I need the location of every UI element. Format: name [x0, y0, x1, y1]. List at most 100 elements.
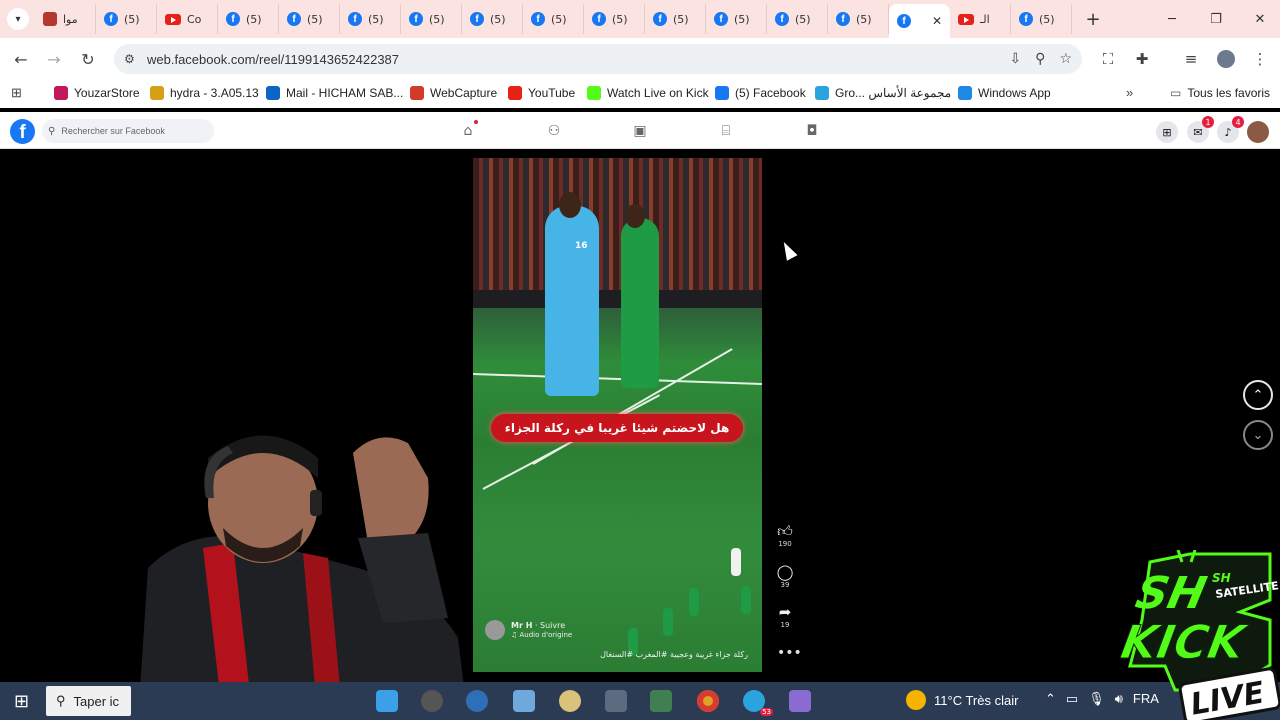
moon-weather-icon — [906, 690, 926, 710]
browser-menu-icon[interactable]: ⋮ — [1247, 46, 1273, 72]
app-icon[interactable] — [513, 690, 535, 712]
install-icon[interactable]: ⇩ — [1009, 51, 1021, 67]
bookmark-item[interactable]: Gro... مجموعة الأساس — [815, 86, 951, 100]
comment-action[interactable]: ◯ 39 — [776, 564, 794, 590]
more-bookmarks-icon[interactable]: » — [1126, 85, 1133, 100]
tab[interactable]: f (5) — [767, 4, 828, 34]
address-bar[interactable]: ⚙ web.facebook.com/reel/1199143652422387… — [114, 44, 1082, 74]
comment-icon[interactable]: ◯ — [777, 564, 794, 581]
tab-search-button[interactable]: ▾ — [7, 8, 29, 30]
taskbar-search[interactable]: ⚲ Taper ic — [46, 686, 131, 716]
tab[interactable]: f (5) — [96, 4, 157, 34]
tab[interactable]: f (5) — [401, 4, 462, 34]
bookmark-item[interactable]: Mail - HICHAM SAB... — [266, 86, 403, 100]
tab[interactable]: f (5) — [523, 4, 584, 34]
tray-chevron-icon[interactable]: ⌃ — [1045, 691, 1056, 707]
tab[interactable]: f (5) — [828, 4, 889, 34]
tab[interactable]: موا — [35, 4, 96, 34]
author-avatar[interactable] — [485, 620, 505, 640]
next-reel-button[interactable]: ⌄ — [1243, 420, 1273, 450]
close-window-button[interactable]: ✕ — [1238, 0, 1280, 38]
tab[interactable]: f (5) — [279, 4, 340, 34]
bookmark-item[interactable]: hydra - 3.A05.13 — [150, 86, 259, 100]
app-icon[interactable] — [789, 690, 811, 712]
facebook-logo-icon[interactable]: f — [10, 119, 35, 144]
url-text: web.facebook.com/reel/1199143652422387 — [147, 51, 400, 67]
close-tab-icon[interactable]: ✕ — [932, 14, 942, 28]
tab-title: (5) — [856, 12, 872, 26]
facebook-icon: f — [714, 12, 728, 26]
facebook-header: f ⚲ Rechercher sur Facebook ⌂ ⚇ ▣ ⌸ ◘ ⊞ … — [0, 112, 1280, 149]
apps-grid-icon[interactable]: ⊞ — [11, 85, 22, 101]
tab[interactable]: f (5) — [340, 4, 401, 34]
home-icon[interactable]: ⌂ — [458, 120, 478, 141]
tab[interactable]: f (5) — [706, 4, 767, 34]
account-avatar[interactable] — [1247, 121, 1269, 143]
telegram-app-icon[interactable]: 53 — [743, 690, 773, 716]
bookmark-item[interactable]: YouzarStore — [54, 86, 140, 100]
app-icon[interactable] — [466, 690, 488, 712]
media-control-icon[interactable]: ≡ — [1178, 46, 1204, 72]
facebook-search-input[interactable]: ⚲ Rechercher sur Facebook — [42, 119, 214, 143]
extensions-icon[interactable]: ✚ — [1129, 46, 1155, 72]
bookmark-item[interactable]: WebCapture — [410, 86, 497, 100]
forward-button[interactable]: → — [37, 42, 71, 76]
reel-video[interactable]: 16 هل لاحضتم شيئا غريبا في ركلة الجزاء M… — [473, 158, 762, 672]
profile-avatar[interactable] — [1213, 46, 1239, 72]
tab[interactable]: f (5) — [218, 4, 279, 34]
app-icon[interactable] — [650, 690, 672, 712]
bookmark-item[interactable]: YouTube — [508, 86, 575, 100]
share-icon[interactable]: ➦ — [779, 604, 792, 621]
like-icon[interactable]: 👍︎ — [777, 523, 793, 540]
screenshot-extension-icon[interactable]: ⛶ — [1095, 46, 1121, 72]
follow-link[interactable]: · Suivre — [535, 621, 565, 630]
bookmark-star-icon[interactable]: ☆ — [1059, 51, 1072, 67]
new-tab-button[interactable]: + — [1080, 6, 1106, 32]
paint-app-icon[interactable] — [559, 690, 581, 712]
bookmark-item[interactable]: (5) Facebook — [715, 86, 806, 100]
all-bookmarks-folder[interactable]: ▭ Tous les favoris — [1170, 86, 1270, 100]
youtube-icon — [165, 13, 181, 25]
windows-start-icon[interactable]: ⊞ — [14, 691, 29, 712]
messenger-icon[interactable]: ✉ 1 — [1187, 116, 1214, 143]
facebook-icon: f — [287, 12, 301, 26]
notifications-icon[interactable]: ♪ 4 — [1217, 116, 1244, 143]
tab[interactable]: f (5) — [584, 4, 645, 34]
chrome-app-icon[interactable] — [697, 690, 719, 712]
gaming-icon[interactable]: ◘ — [802, 121, 822, 141]
site-info-icon[interactable]: ⚙ — [124, 52, 135, 66]
share-action[interactable]: ➦ 19 — [776, 604, 794, 630]
network-icon[interactable]: ▭ — [1066, 691, 1078, 707]
emblem-icon — [43, 12, 57, 26]
tab[interactable]: Co — [157, 4, 218, 34]
tab[interactable]: f (5) — [462, 4, 523, 34]
audio-label[interactable]: Audio d'origine — [520, 631, 573, 639]
minimize-button[interactable]: ─ — [1150, 0, 1194, 38]
tab[interactable]: f (5) — [645, 4, 706, 34]
author-name[interactable]: Mr H — [511, 621, 532, 630]
friends-icon[interactable]: ⚇ — [544, 121, 564, 141]
tab[interactable]: الـ — [950, 4, 1011, 34]
marketplace-icon[interactable]: ⌸ — [716, 121, 736, 141]
tab-active[interactable]: f ✕ — [889, 4, 950, 38]
previous-reel-button[interactable]: ⌃ — [1243, 380, 1273, 410]
bookmark-item[interactable]: Watch Live on Kick — [587, 86, 709, 100]
back-button[interactable]: ← — [4, 42, 38, 76]
obs-app-icon[interactable] — [421, 690, 443, 712]
calculator-app-icon[interactable] — [605, 690, 627, 712]
bookmark-favicon-icon — [266, 86, 280, 100]
bookmark-favicon-icon — [815, 86, 829, 100]
reload-button[interactable]: ↻ — [71, 42, 105, 76]
zoom-icon[interactable]: ⚲ — [1035, 51, 1045, 67]
microphone-icon[interactable]: 🎙︎ — [1088, 691, 1105, 707]
tab[interactable]: f (5) — [1011, 4, 1072, 34]
restore-button[interactable]: ❐ — [1194, 0, 1238, 38]
bookmark-item[interactable]: Windows App — [958, 86, 1051, 100]
like-action[interactable]: 👍︎ 190 — [776, 523, 794, 549]
file-explorer-app-icon[interactable] — [376, 690, 398, 712]
video-icon[interactable]: ▣ — [630, 121, 650, 141]
reel-author[interactable]: Mr H · Suivre ♫ Audio d'origine — [485, 620, 572, 640]
menu-grid-icon[interactable]: ⊞ — [1156, 121, 1178, 143]
weather-widget[interactable]: 11°C Très clair — [906, 690, 1018, 710]
more-options-icon[interactable]: ••• — [777, 645, 802, 661]
